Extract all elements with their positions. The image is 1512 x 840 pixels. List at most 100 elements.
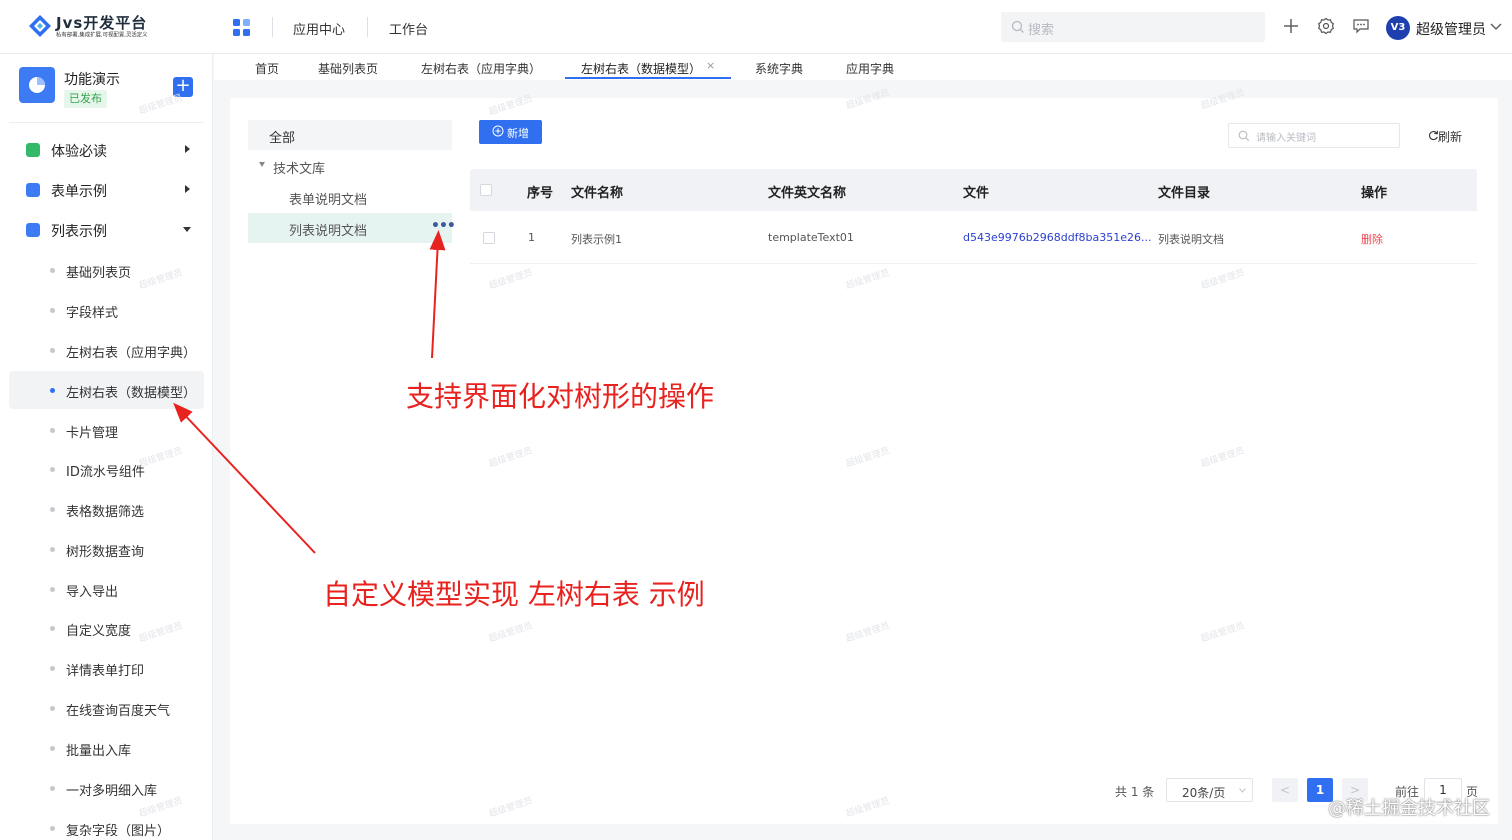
sidebar-item[interactable]: 自定义宽度: [9, 609, 204, 647]
file-link[interactable]: d543e9976b2968ddf8ba351e26...: [963, 231, 1152, 244]
tab-home[interactable]: 首页: [255, 60, 279, 77]
sidebar-item[interactable]: 一对多明细入库: [9, 769, 204, 807]
column-header: 操作: [1361, 186, 1388, 201]
sidebar-item[interactable]: 复杂字段（图片）: [9, 809, 204, 840]
search-icon: [1238, 130, 1250, 142]
sidebar-item[interactable]: 详情表单打印: [9, 649, 204, 687]
chevron-down-icon[interactable]: [1490, 22, 1502, 32]
nav-app-center[interactable]: 应用中心: [293, 19, 345, 38]
keyword-search-input[interactable]: 请输入关键词: [1228, 123, 1400, 148]
cell-en-name: templateText01: [768, 231, 854, 244]
delete-button[interactable]: 删除: [1361, 231, 1383, 247]
sidebar-item[interactable]: 导入导出: [9, 570, 204, 608]
message-icon[interactable]: [1352, 17, 1370, 35]
app-icon[interactable]: [19, 67, 55, 103]
bullet-icon: [50, 706, 55, 711]
bullet-icon: [50, 547, 55, 552]
page-size-value: 20条/页: [1182, 786, 1226, 800]
tab-close-icon[interactable]: ×: [706, 59, 715, 72]
tree-node-all[interactable]: 全部: [248, 120, 452, 150]
doc-icon: [26, 143, 40, 157]
tree-node-root[interactable]: 技术文库: [273, 158, 325, 177]
row-checkbox[interactable]: [483, 232, 495, 244]
sidebar-item-label: 基础列表页: [66, 266, 132, 281]
avatar[interactable]: V3: [1386, 16, 1410, 40]
search-icon: [1011, 20, 1024, 33]
sidebar-item[interactable]: 表格数据筛选: [9, 490, 204, 528]
bullet-icon: [50, 587, 55, 592]
sidebar-group-label: 体验必读: [51, 144, 107, 160]
tab-app-dict[interactable]: 应用字典: [846, 60, 894, 77]
list-icon: [26, 223, 40, 237]
sidebar-item-label: 详情表单打印: [66, 664, 145, 679]
sidebar-item[interactable]: 字段样式: [9, 291, 204, 329]
page-size-select[interactable]: 20条/页: [1166, 778, 1253, 802]
bullet-icon: [50, 467, 55, 472]
add-button[interactable]: 新增: [479, 120, 542, 144]
pagination-total: 共 1 条: [1115, 785, 1155, 799]
form-icon: [26, 183, 40, 197]
tab-tree-table-model[interactable]: 左树右表（数据模型）: [581, 60, 701, 77]
more-options-icon[interactable]: •••: [431, 218, 456, 234]
cell-name: 列表示例1: [571, 233, 622, 246]
sidebar-item[interactable]: 批量出入库: [9, 729, 204, 767]
sidebar-item-label: 一对多明细入库: [66, 784, 158, 799]
refresh-label: 刷新: [1438, 130, 1463, 144]
bullet-icon: [50, 388, 55, 393]
tab-system-dict[interactable]: 系统字典: [755, 60, 803, 77]
tab-tree-table-dict[interactable]: 左树右表（应用字典）: [421, 60, 541, 77]
sidebar-group-forms[interactable]: 表单示例: [0, 170, 213, 210]
sidebar-item-label: 导入导出: [66, 585, 119, 600]
tree-expand-icon[interactable]: [259, 162, 265, 167]
tree-node-selected[interactable]: 列表说明文档 •••: [248, 213, 456, 243]
caret-right-icon: [185, 145, 190, 153]
sidebar-group-label: 列表示例: [51, 224, 107, 240]
sidebar-group-lists[interactable]: 列表示例: [0, 210, 213, 250]
brand-logo-icon: [29, 15, 51, 37]
gear-icon[interactable]: [1317, 17, 1335, 35]
bullet-icon: [50, 826, 55, 831]
sidebar-item[interactable]: 在线查询百度天气: [9, 689, 204, 727]
tree-node-child[interactable]: 表单说明文档: [289, 189, 367, 208]
nav-workbench[interactable]: 工作台: [389, 19, 428, 38]
bullet-icon: [50, 746, 55, 751]
chevron-down-icon: [1239, 788, 1246, 793]
caret-down-icon: [183, 227, 191, 232]
sidebar-group-label: 表单示例: [51, 184, 107, 200]
tab-bar: 首页 基础列表页 左树右表（应用字典） 左树右表（数据模型） × 系统字典 应用…: [214, 54, 1512, 80]
table-row[interactable]: 1 列表示例1 templateText01 d543e9976b2968ddf…: [470, 212, 1477, 264]
sidebar-item-label: 左树右表（应用字典）: [66, 346, 197, 361]
brand-logo[interactable]: Jvs开发平台 私有部署,集成扩展,可视配置,灵活定义: [28, 12, 188, 42]
sidebar-item[interactable]: 左树右表（应用字典）: [9, 331, 204, 369]
caret-right-icon: [185, 185, 190, 193]
sidebar-item[interactable]: 卡片管理: [9, 411, 204, 449]
sidebar-group-guide[interactable]: 体验必读: [0, 130, 213, 170]
prev-page-button[interactable]: <: [1272, 778, 1298, 802]
column-header: 序号: [527, 186, 554, 201]
cell-index: 1: [528, 231, 535, 244]
app-name: 功能演示: [64, 72, 120, 88]
add-app-button[interactable]: +: [173, 77, 193, 97]
cell-dir: 列表说明文档: [1158, 233, 1224, 246]
bullet-icon: [50, 786, 55, 791]
search-input[interactable]: 搜索: [1001, 12, 1265, 42]
add-button-label: 新增: [507, 127, 529, 140]
top-bar: Jvs开发平台 私有部署,集成扩展,可视配置,灵活定义 应用中心 工作台 搜索 …: [0, 0, 1512, 54]
active-tab-indicator: [565, 77, 731, 79]
plus-icon[interactable]: [1282, 17, 1300, 35]
sidebar-item[interactable]: 基础列表页: [9, 251, 204, 289]
bullet-icon: [50, 507, 55, 512]
status-badge: 已发布: [64, 90, 107, 108]
sidebar-item-label: 字段样式: [66, 306, 119, 321]
credit-watermark: @稀土掘金技术社区: [1328, 798, 1490, 819]
select-all-checkbox[interactable]: [480, 184, 492, 196]
user-name[interactable]: 超级管理员: [1416, 19, 1486, 39]
refresh-button[interactable]: 刷新: [1428, 128, 1462, 145]
tab-basic-list[interactable]: 基础列表页: [318, 60, 378, 77]
sidebar-item[interactable]: ID流水号组件: [9, 450, 204, 488]
sidebar-item[interactable]: 树形数据查询: [9, 530, 204, 568]
sidebar-item-active[interactable]: 左树右表（数据模型）: [9, 371, 204, 409]
apps-grid-icon[interactable]: [233, 19, 250, 36]
sidebar-item-label: 树形数据查询: [66, 545, 145, 560]
bullet-icon: [50, 666, 55, 671]
